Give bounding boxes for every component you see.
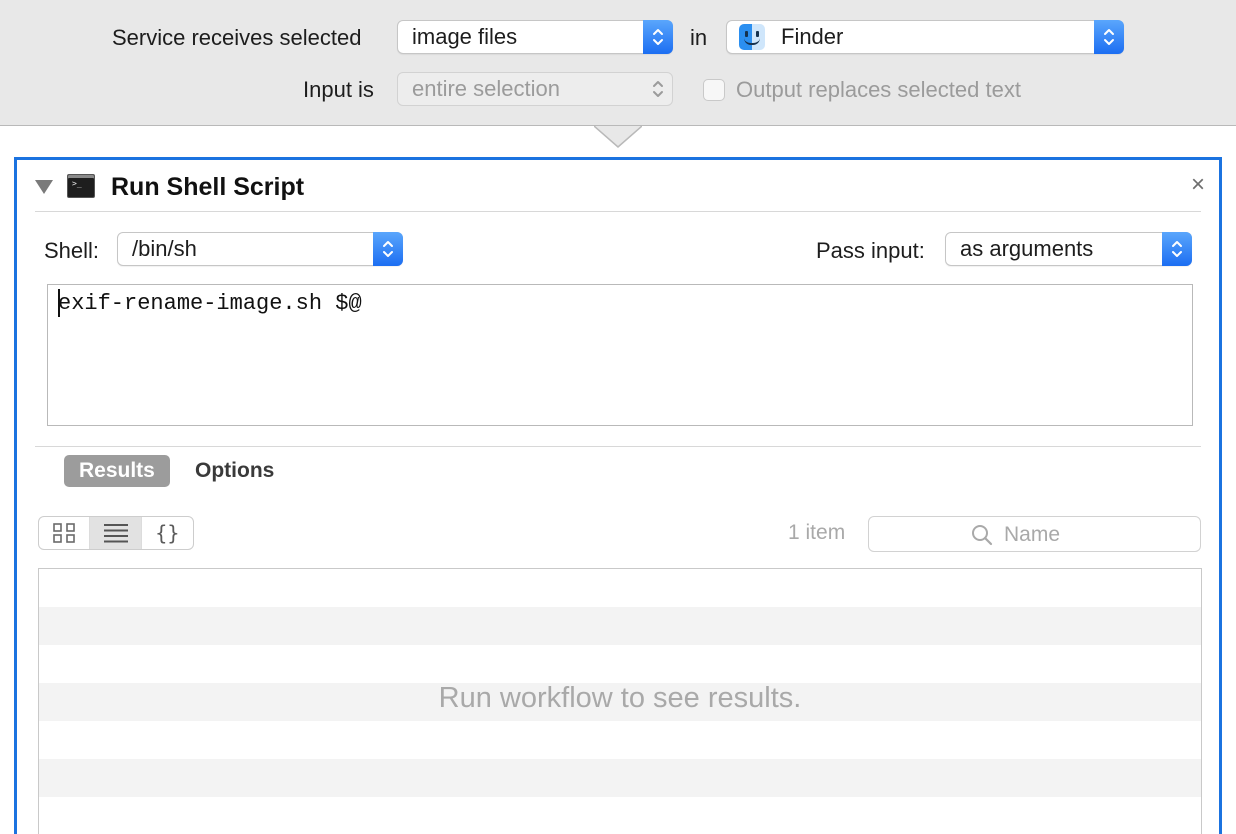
result-item-count: 1 item xyxy=(788,521,846,544)
disclosure-triangle-icon[interactable] xyxy=(35,180,53,194)
shell-popup[interactable]: /bin/sh xyxy=(117,232,403,266)
results-row-stripe xyxy=(39,759,1201,797)
script-editor[interactable]: exif-rename-image.sh $@ xyxy=(47,284,1193,426)
grid-icon xyxy=(53,523,75,543)
empty-results-message: Run workflow to see results. xyxy=(438,682,802,714)
input-type-popup[interactable]: image files xyxy=(397,20,673,54)
run-shell-script-action: >_ Run Shell Script × Shell: /bin/sh Pas… xyxy=(14,157,1222,834)
action-header: >_ Run Shell Script × xyxy=(35,170,1205,212)
finder-icon xyxy=(739,24,765,50)
application-value: Finder xyxy=(781,24,844,49)
popup-stepper-icon xyxy=(643,72,673,106)
pass-input-popup[interactable]: as arguments xyxy=(945,232,1192,266)
input-scope-value: entire selection xyxy=(412,76,560,101)
close-icon[interactable]: × xyxy=(1191,170,1205,200)
results-row-stripe xyxy=(39,607,1201,645)
script-text: exif-rename-image.sh $@ xyxy=(58,291,362,316)
application-popup[interactable]: Finder xyxy=(726,20,1124,54)
results-search-field[interactable]: Name xyxy=(868,516,1201,552)
list-icon xyxy=(103,524,128,543)
output-replaces-checkbox[interactable] xyxy=(703,79,725,101)
popup-stepper-icon xyxy=(643,20,673,54)
in-label: in xyxy=(690,25,708,50)
terminal-icon: >_ xyxy=(67,174,95,198)
popup-stepper-icon xyxy=(1162,232,1192,266)
input-is-label: Input is xyxy=(303,77,374,102)
service-settings-bar: Service receives selected image files in… xyxy=(0,0,1236,126)
results-list: Run workflow to see results. xyxy=(38,568,1202,834)
input-type-value: image files xyxy=(412,24,518,49)
action-title: Run Shell Script xyxy=(111,173,305,201)
search-icon xyxy=(972,525,993,546)
view-mode-segmented-control: {} xyxy=(38,516,194,550)
popup-stepper-icon xyxy=(373,232,403,266)
input-scope-popup[interactable]: entire selection xyxy=(397,72,673,106)
section-divider xyxy=(35,446,1201,447)
service-receives-label: Service receives selected xyxy=(112,25,362,50)
tab-options[interactable]: Options xyxy=(180,455,289,487)
list-view-button[interactable] xyxy=(90,517,142,549)
pass-input-value: as arguments xyxy=(960,236,1094,261)
pass-input-label: Pass input: xyxy=(816,238,925,263)
grid-view-button[interactable] xyxy=(39,517,91,549)
shell-label: Shell: xyxy=(44,238,100,263)
output-replaces-label: Output replaces selected text xyxy=(736,77,1021,102)
popup-stepper-icon xyxy=(1094,20,1124,54)
tab-results[interactable]: Results xyxy=(64,455,170,487)
shell-value: /bin/sh xyxy=(132,236,197,261)
search-placeholder: Name xyxy=(1004,523,1061,546)
json-icon: {} xyxy=(155,521,180,545)
json-view-button[interactable]: {} xyxy=(142,517,193,549)
